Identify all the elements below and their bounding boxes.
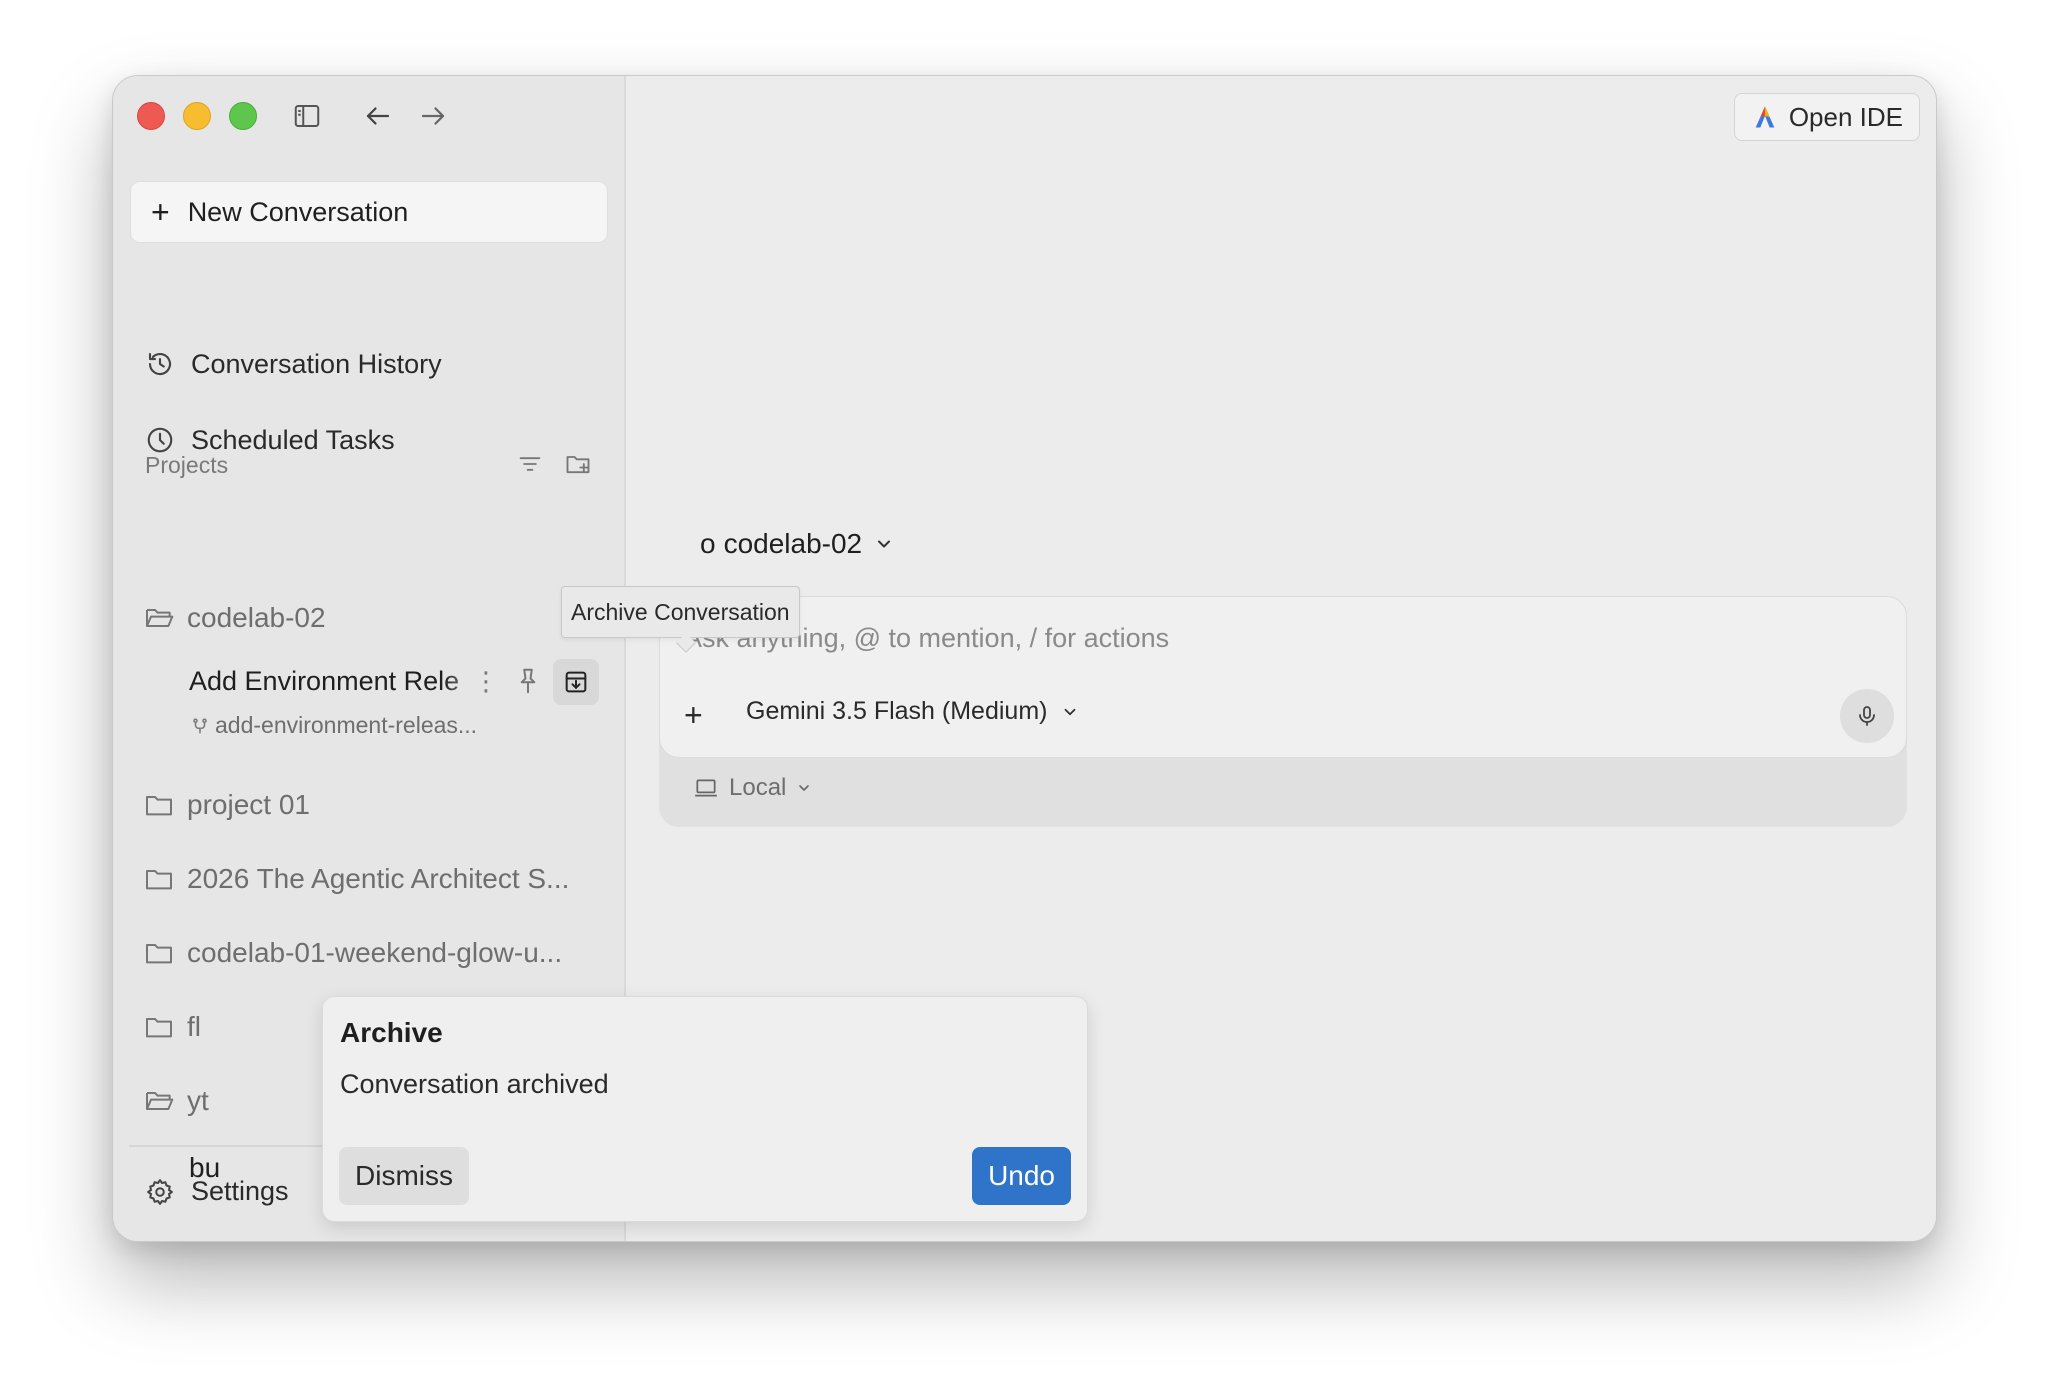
settings-label: Settings [191, 1176, 289, 1206]
toast-title: Archive [340, 1017, 443, 1048]
project-name: codelab-01-weekend-glow-u... [187, 937, 563, 968]
chevron-down-icon [799, 785, 810, 791]
laptop-icon [695, 779, 717, 797]
filter-icon[interactable] [516, 450, 546, 480]
conversation-branch: add-environment-releas... [191, 712, 477, 739]
dismiss-button[interactable]: Dismiss [339, 1147, 469, 1205]
folder-icon [146, 1018, 172, 1038]
project-name: codelab-02 [187, 602, 326, 633]
model-selector[interactable]: Gemini 3.5 Flash (Medium) [746, 697, 1079, 726]
workspace-name: codelab-02 [723, 528, 863, 559]
project-item[interactable]: fl [143, 1005, 201, 1049]
close-window-button[interactable] [137, 102, 165, 130]
chevron-down-icon [878, 540, 891, 548]
environment-label: Local [729, 774, 787, 801]
clock-icon [147, 427, 173, 453]
projects-heading: Projects [145, 452, 229, 478]
chevron-down-icon [1065, 708, 1076, 715]
back-arrow-icon[interactable] [360, 98, 396, 134]
project-name: project 01 [187, 789, 310, 820]
branch-icon [193, 718, 207, 733]
folder-open-icon [146, 609, 174, 627]
folder-icon [146, 796, 172, 816]
workspace-selector[interactable]: o codelab-02 [700, 528, 894, 560]
archive-icon [565, 671, 587, 693]
project-name: 2026 The Agentic Architect S... [187, 863, 570, 894]
open-ide-label: Open IDE [1788, 101, 1903, 132]
project-item[interactable]: 2026 The Agentic Architect S... [143, 857, 569, 901]
model-name: Gemini 3.5 Flash (Medium) [746, 697, 1048, 725]
pin-icon[interactable] [513, 666, 543, 696]
new-conversation-label: New Conversation [187, 196, 409, 227]
zoom-window-button[interactable] [229, 102, 257, 130]
composer-container: Ask anything, @ to mention, / for action… [659, 596, 1907, 827]
conversation-history-label: Conversation History [191, 348, 442, 379]
undo-button[interactable]: Undo [972, 1147, 1071, 1205]
workspace-prefix: o [700, 528, 716, 559]
project-name: fl [187, 1011, 201, 1042]
toast-message: Conversation archived [340, 1069, 609, 1099]
new-folder-icon[interactable] [564, 450, 594, 480]
archive-conversation-button[interactable] [553, 659, 599, 705]
minimize-window-button[interactable] [183, 102, 211, 130]
scheduled-tasks-label: Scheduled Tasks [191, 424, 395, 455]
forward-arrow-icon[interactable] [415, 98, 451, 134]
microphone-button[interactable] [1840, 689, 1894, 743]
open-ide-button[interactable]: Open IDE [1733, 93, 1920, 141]
project-item[interactable]: codelab-01-weekend-glow-u... [143, 931, 562, 975]
conversation-history-item[interactable]: Conversation History [145, 342, 442, 386]
plus-icon: + [151, 194, 170, 230]
folder-icon [146, 870, 172, 890]
folder-open-icon [146, 1092, 174, 1110]
history-icon [148, 352, 172, 376]
ide-logo-icon [1755, 106, 1775, 128]
project-item[interactable]: project 01 [143, 783, 310, 827]
project-name: yt [187, 1085, 209, 1116]
archive-toast: Archive Conversation archived Dismiss Un… [322, 996, 1088, 1222]
app-window: + New Conversation Conversation History … [112, 75, 1937, 1242]
project-item[interactable]: codelab-02 [143, 596, 326, 640]
branch-name: add-environment-releas... [215, 712, 478, 738]
environment-selector[interactable]: Local [693, 774, 812, 802]
folder-icon [146, 944, 172, 964]
microphone-icon [1859, 706, 1875, 726]
settings-item[interactable]: Settings [145, 1176, 289, 1207]
sidebar-toggle-icon[interactable] [289, 98, 325, 134]
archive-tooltip: Archive Conversation [561, 586, 800, 638]
gear-icon [147, 1178, 173, 1205]
composer: Ask anything, @ to mention, / for action… [659, 596, 1907, 758]
project-item[interactable]: yt [143, 1079, 209, 1123]
add-attachment-button[interactable]: + [684, 697, 703, 734]
new-conversation-button[interactable]: + New Conversation [130, 181, 608, 243]
more-options-icon[interactable]: ⋮ [473, 666, 499, 697]
